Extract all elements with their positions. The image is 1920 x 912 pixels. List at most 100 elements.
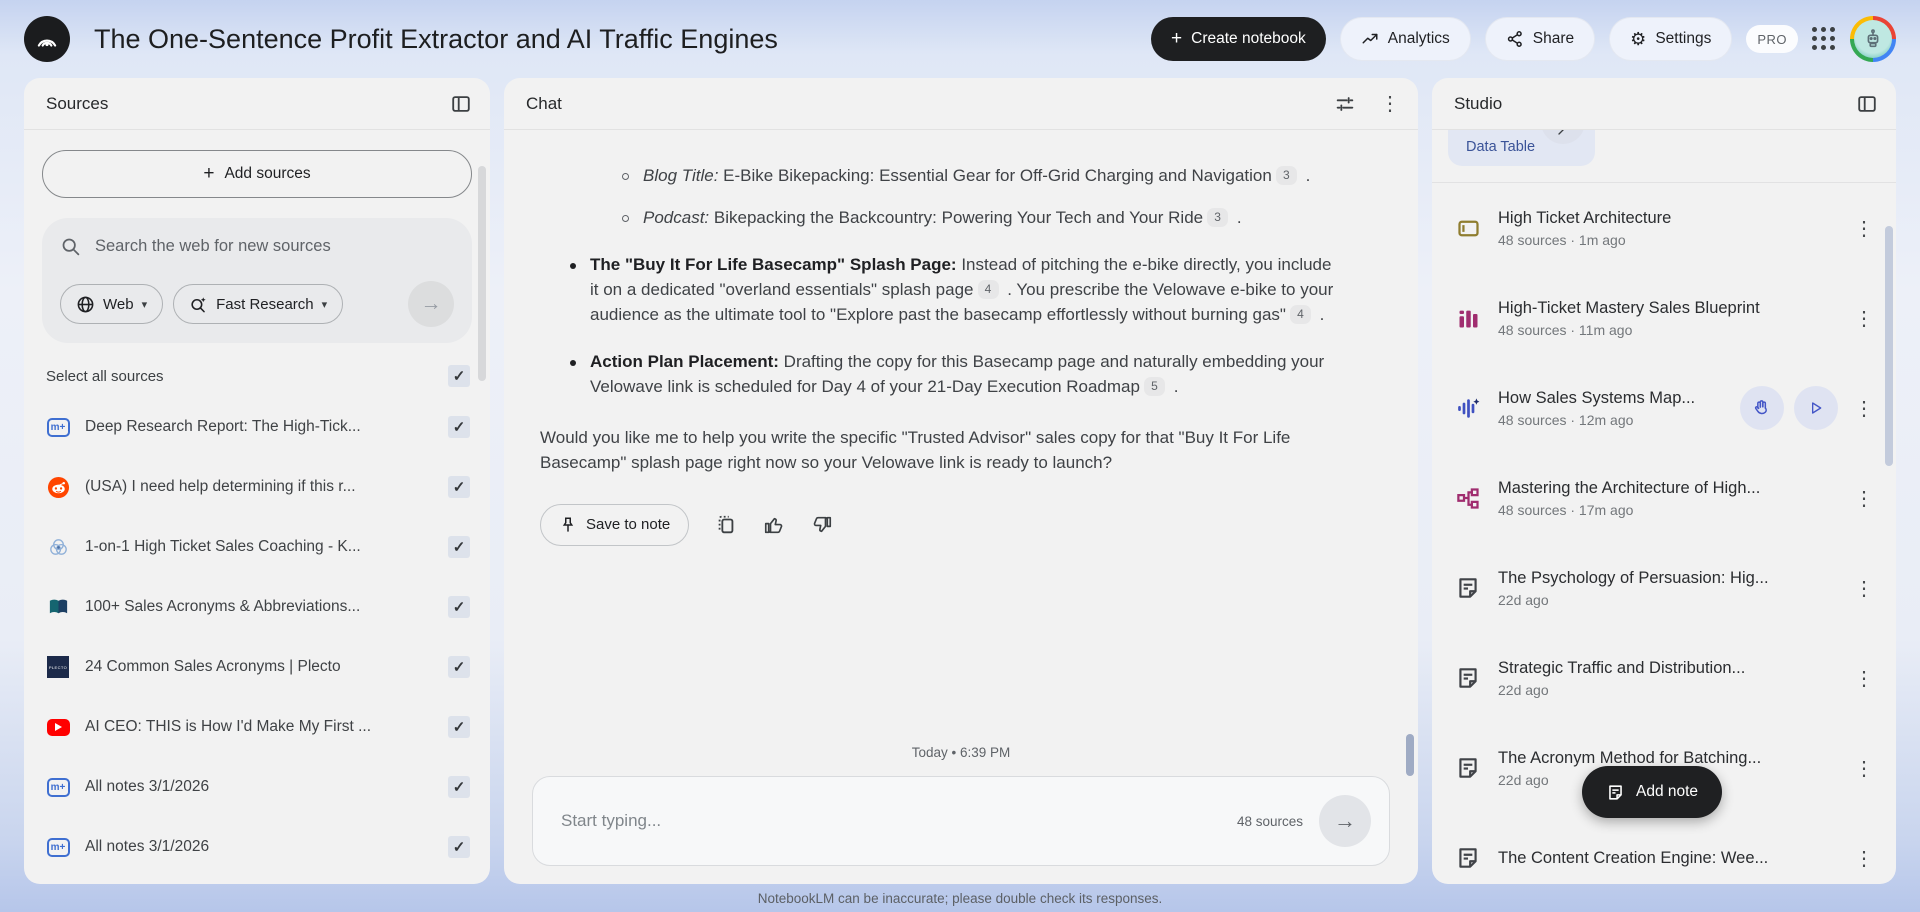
thumbs-up-icon[interactable] <box>763 514 785 536</box>
source-row[interactable]: 1-on-1 High Ticket Sales Coaching - K...… <box>24 517 490 577</box>
studio-item[interactable]: High-Ticket Mastery Sales Blueprint 48 s… <box>1432 273 1896 363</box>
chat-input[interactable] <box>561 811 1221 831</box>
item-more-menu-icon[interactable]: ⋮ <box>1846 576 1882 601</box>
play-button[interactable] <box>1794 386 1838 430</box>
create-notebook-button[interactable]: + Create notebook <box>1151 17 1326 61</box>
source-checkbox[interactable]: ✓ <box>448 416 470 438</box>
save-to-note-label: Save to note <box>586 516 671 534</box>
studio-item[interactable]: Strategic Traffic and Distribution... 22… <box>1432 633 1896 723</box>
tune-settings-icon[interactable] <box>1334 93 1356 115</box>
notebooklm-logo-icon[interactable] <box>24 16 70 62</box>
item-more-menu-icon[interactable]: ⋮ <box>1854 396 1882 421</box>
add-note-button[interactable]: Add note <box>1582 766 1723 818</box>
web-filter-label: Web <box>103 295 134 313</box>
item-more-menu-icon[interactable]: ⋮ <box>1846 486 1882 511</box>
source-checkbox[interactable]: ✓ <box>448 536 470 558</box>
studio-item[interactable]: High Ticket Architecture 48 sources · 1m… <box>1432 183 1896 273</box>
studio-scrollbar[interactable] <box>1885 226 1893 466</box>
search-submit-button[interactable]: → <box>408 281 454 327</box>
chat-timestamp: Today • 6:39 PM <box>911 745 1011 760</box>
source-checkbox[interactable]: ✓ <box>448 836 470 858</box>
citation-chip[interactable]: 4 <box>1289 305 1311 325</box>
bullet-ring-icon <box>622 214 629 222</box>
citation-chip[interactable]: 3 <box>1207 208 1229 228</box>
studio-item-title: High Ticket Architecture <box>1498 208 1672 227</box>
copy-icon[interactable] <box>715 514 737 536</box>
send-message-button[interactable]: → <box>1319 795 1371 847</box>
pro-badge: PRO <box>1746 25 1798 53</box>
source-checkbox[interactable]: ✓ <box>448 716 470 738</box>
source-row[interactable]: 100+ Sales Acronyms & Abbreviations... ✓ <box>24 577 490 637</box>
chat-input-bar: 48 sources → <box>532 776 1390 866</box>
add-note-label: Add note <box>1636 783 1699 800</box>
web-filter-dropdown[interactable]: Web ▾ <box>60 284 164 324</box>
studio-item-title: Strategic Traffic and Distribution... <box>1498 658 1746 677</box>
source-row[interactable]: (USA) I need help determining if this r.… <box>24 457 490 517</box>
citation-chip[interactable]: 4 <box>977 280 999 300</box>
studio-item[interactable]: The Content Creation Engine: Wee... ⋮ <box>1432 813 1896 884</box>
sources-panel: Sources + Add sources Search the web for… <box>24 78 490 884</box>
item-more-menu-icon[interactable]: ⋮ <box>1846 306 1882 331</box>
studio-title: Studio <box>1454 93 1503 113</box>
notebook-title[interactable]: The One-Sentence Profit Extractor and AI… <box>94 24 1137 55</box>
website-favicon-icon <box>46 535 70 559</box>
notes-source-icon: m+ <box>46 775 70 799</box>
chat-more-menu-icon[interactable]: ⋮ <box>1380 91 1400 116</box>
chat-bullet: Action Plan Placement: Drafting the copy… <box>570 350 1340 400</box>
studio-item[interactable]: Mastering the Architecture of High... 48… <box>1432 453 1896 543</box>
source-title: 1-on-1 High Ticket Sales Coaching - K... <box>85 538 361 555</box>
source-checkbox[interactable]: ✓ <box>448 656 470 678</box>
interactive-mode-button[interactable] <box>1740 386 1784 430</box>
data-table-chip[interactable]: Data Table <box>1448 130 1596 166</box>
bullet-text: E-Bike Bikepacking: Essential Gear for O… <box>718 166 1272 185</box>
item-more-menu-icon[interactable]: ⋮ <box>1846 846 1882 871</box>
expand-panel-icon[interactable] <box>1856 93 1878 115</box>
sources-scrollbar[interactable] <box>478 166 486 381</box>
source-row[interactable]: m+ Deep Research Report: The High-Tick..… <box>24 397 490 457</box>
source-checkbox[interactable]: ✓ <box>448 776 470 798</box>
citation-chip[interactable]: 5 <box>1143 377 1165 397</box>
user-avatar[interactable] <box>1850 16 1896 62</box>
audio-overview-icon <box>1454 394 1482 422</box>
research-mode-dropdown[interactable]: Fast Research ▾ <box>173 284 344 324</box>
source-checkbox[interactable]: ✓ <box>448 596 470 618</box>
sources-title: Sources <box>46 93 109 113</box>
source-row[interactable]: m+ All notes 3/1/2026 ✓ <box>24 757 490 817</box>
google-apps-grid-icon[interactable] <box>1812 27 1836 51</box>
bullet-lead: Podcast: <box>643 207 710 227</box>
note-icon <box>1454 844 1482 872</box>
note-icon <box>1454 754 1482 782</box>
collapse-panel-icon[interactable] <box>450 93 472 115</box>
notes-source-icon: m+ <box>46 415 70 439</box>
select-all-row: Select all sources ✓ <box>24 347 490 391</box>
create-notebook-label: Create notebook <box>1191 30 1306 47</box>
select-all-checkbox[interactable]: ✓ <box>448 365 470 387</box>
plecto-favicon-icon: PLECTO <box>46 655 70 679</box>
item-more-menu-icon[interactable]: ⋮ <box>1846 756 1882 781</box>
play-icon <box>1812 402 1822 414</box>
add-sources-button[interactable]: + Add sources <box>42 150 472 198</box>
settings-button[interactable]: ⚙ Settings <box>1609 17 1733 61</box>
research-mode-label: Fast Research <box>216 295 314 313</box>
source-checkbox[interactable]: ✓ <box>448 476 470 498</box>
select-all-label: Select all sources <box>46 367 164 385</box>
save-to-note-button[interactable]: Save to note <box>540 503 690 546</box>
chat-scrollbar[interactable] <box>1406 734 1414 776</box>
mind-map-icon <box>1454 484 1482 512</box>
source-row[interactable]: AI CEO: THIS is How I'd Make My First ..… <box>24 697 490 757</box>
share-label: Share <box>1532 30 1575 47</box>
chat-closing-paragraph: Would you like me to help you write the … <box>540 427 1291 472</box>
thumbs-down-icon[interactable] <box>811 514 833 536</box>
studio-item[interactable]: How Sales Systems Map... 48 sources · 12… <box>1432 363 1896 453</box>
search-input[interactable] <box>95 237 454 256</box>
citation-chip[interactable]: 3 <box>1275 166 1297 186</box>
edit-icon[interactable] <box>1541 130 1586 144</box>
studio-item[interactable]: The Psychology of Persuasion: Hig... 22d… <box>1432 543 1896 633</box>
item-more-menu-icon[interactable]: ⋮ <box>1846 216 1882 241</box>
chat-message: Blog Title: E-Bike Bikepacking: Essentia… <box>504 130 1418 731</box>
source-row[interactable]: PLECTO 24 Common Sales Acronyms | Plecto… <box>24 637 490 697</box>
share-button[interactable]: Share <box>1484 17 1596 61</box>
item-more-menu-icon[interactable]: ⋮ <box>1846 666 1882 691</box>
source-row[interactable]: m+ All notes 3/1/2026 ✓ <box>24 817 490 877</box>
analytics-button[interactable]: Analytics <box>1339 17 1471 61</box>
